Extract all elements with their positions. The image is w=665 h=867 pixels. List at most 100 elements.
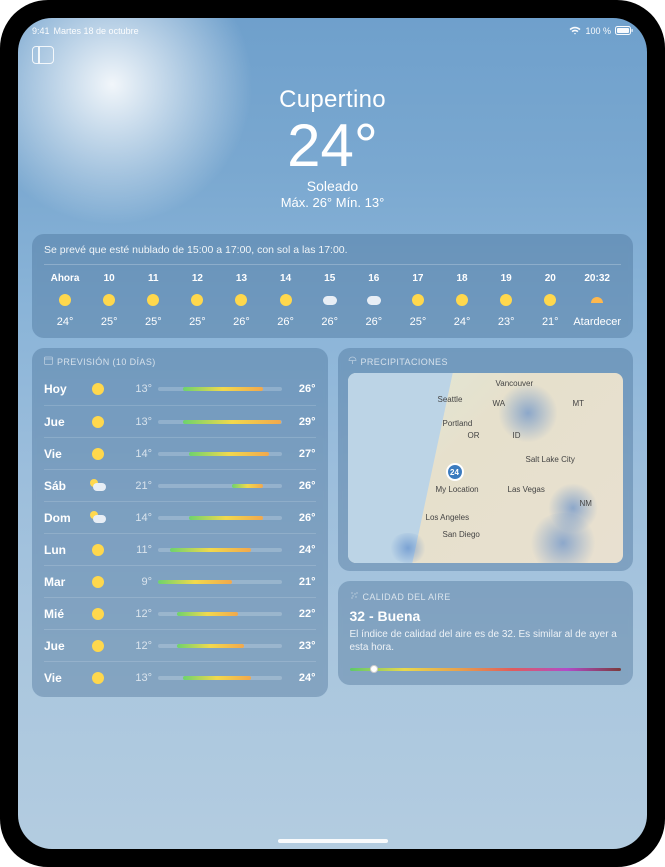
map-state-wa: WA [493, 399, 506, 408]
map-city-portland: Portland [443, 419, 473, 428]
hour-temp: 21° [542, 316, 559, 328]
sidebar-toggle-button[interactable] [32, 46, 54, 64]
forecast-day-row[interactable]: Lun11°24° [44, 533, 316, 565]
forecast-day-row[interactable]: Jue 12° 23° [44, 629, 316, 661]
temp-range-bar [158, 548, 282, 552]
forecast-day-row[interactable]: Sáb21°26° [44, 469, 316, 501]
city-name: Cupertino [18, 86, 647, 114]
hourly-forecast-panel[interactable]: Se prevé que esté nublado de 15:00 a 17:… [32, 234, 633, 338]
sun-icon [145, 292, 161, 308]
forecast-day-row[interactable]: Vie13°24° [44, 661, 316, 693]
hour-column[interactable]: Ahora24° [44, 273, 86, 328]
hour-column[interactable]: 1125° [132, 273, 174, 328]
hour-temp: 24° [57, 316, 74, 328]
day-name: Vie [44, 447, 84, 461]
hour-temp: 26° [233, 316, 250, 328]
forecast-day-row[interactable]: Mar9°21° [44, 565, 316, 597]
hour-column[interactable]: 1725° [397, 273, 439, 328]
temp-range-bar [158, 644, 282, 648]
precip-title-text: PRECIPITACIONES [361, 357, 448, 367]
day-name: Jue [44, 415, 84, 429]
air-quality-icon [350, 591, 359, 602]
map-city-seattle: Seattle [438, 395, 463, 404]
map-state-nm: NM [580, 499, 592, 508]
sun-icon [90, 446, 106, 462]
day-high: 24° [288, 544, 316, 556]
sun-icon [542, 292, 558, 308]
forecast-day-row[interactable]: Hoy13°26° [44, 373, 316, 405]
day-name: Lun [44, 543, 84, 557]
sun-icon [278, 292, 294, 308]
sun-icon [101, 292, 117, 308]
day-low: 12° [124, 608, 152, 620]
hour-column[interactable]: 1225° [176, 273, 218, 328]
sun-icon [233, 292, 249, 308]
day-low: 21° [124, 480, 152, 492]
status-bar: 9:41 Martes 18 de octubre 100 % [18, 18, 647, 38]
cloud-icon [366, 292, 382, 308]
hour-label: 20 [545, 273, 556, 284]
forecast-day-row[interactable]: Vie14°27° [44, 437, 316, 469]
map-city-lasvegas: Las Vegas [508, 485, 545, 494]
temp-range-bar [158, 420, 282, 424]
sun-icon [90, 542, 106, 558]
hour-label: 19 [501, 273, 512, 284]
hour-column[interactable]: 1923° [485, 273, 527, 328]
forecast-title: PREVISIÓN (10 DÍAS) [44, 356, 316, 367]
hour-label: 18 [456, 273, 467, 284]
hour-column[interactable]: 1626° [353, 273, 395, 328]
temp-range-bar [158, 516, 282, 520]
day-high: 26° [288, 512, 316, 524]
forecast-day-row[interactable]: Jue13°29° [44, 405, 316, 437]
hourly-row[interactable]: Ahora24°1025°1125°1225°1326°1426° 15 26° 16… [44, 273, 621, 328]
forecast-title-text: PREVISIÓN (10 DÍAS) [57, 357, 156, 367]
status-battery: 100 % [585, 26, 611, 36]
map-state-mt: MT [573, 399, 585, 408]
hour-column[interactable]: 20:32Atardecer [573, 273, 621, 328]
map-city-sandiego: San Diego [443, 530, 480, 539]
forecast-day-row[interactable]: Mié12°22° [44, 597, 316, 629]
day-high: 23° [288, 640, 316, 652]
hour-column[interactable]: 1326° [220, 273, 262, 328]
battery-icon [615, 26, 633, 37]
hour-temp: Atardecer [573, 316, 621, 328]
air-title-text: CALIDAD DEL AIRE [363, 592, 451, 602]
day-low: 12° [124, 640, 152, 652]
air-quality-bar [350, 668, 622, 671]
day-low: 9° [124, 576, 152, 588]
map-city-losangeles: Los Angeles [426, 513, 470, 522]
day-high: 24° [288, 672, 316, 684]
day-low: 14° [124, 512, 152, 524]
hour-column[interactable]: 15 26° [309, 273, 351, 328]
day-name: Hoy [44, 382, 84, 396]
day-low: 13° [124, 383, 152, 395]
air-quality-panel[interactable]: CALIDAD DEL AIRE 32 - Buena El índice de… [338, 581, 634, 685]
current-condition: Soleado [18, 178, 647, 194]
hour-temp: 26° [321, 316, 338, 328]
temp-range-bar [158, 387, 282, 391]
partly-icon [90, 478, 106, 494]
map-state-or: OR [468, 431, 480, 440]
day-high: 26° [288, 480, 316, 492]
hour-column[interactable]: 1824° [441, 273, 483, 328]
hour-label: 15 [324, 273, 335, 284]
temp-range-bar [158, 612, 282, 616]
forecast-day-row[interactable]: Dom14°26° [44, 501, 316, 533]
hour-column[interactable]: 1426° [265, 273, 307, 328]
sun-icon [90, 606, 106, 622]
hour-column[interactable]: 20 21° [529, 273, 571, 328]
precipitation-map[interactable]: Vancouver Seattle WA MT Portland OR ID S… [348, 373, 624, 563]
ten-day-forecast-panel[interactable]: PREVISIÓN (10 DÍAS) Hoy13°26°Jue13°29°Vi… [32, 348, 328, 697]
home-indicator[interactable] [278, 839, 388, 843]
partly-icon [90, 510, 106, 526]
hour-temp: 26° [277, 316, 294, 328]
status-time: 9:41 [32, 26, 50, 36]
map-city-saltlake: Salt Lake City [526, 455, 575, 464]
precipitation-panel[interactable]: PRECIPITACIONES Vancouver Seattle WA MT … [338, 348, 634, 571]
sun-icon [57, 292, 73, 308]
day-high: 21° [288, 576, 316, 588]
hour-label: 11 [148, 273, 159, 284]
sun-icon [90, 638, 106, 654]
hour-column[interactable]: 1025° [88, 273, 130, 328]
day-name: Jue [44, 639, 84, 653]
